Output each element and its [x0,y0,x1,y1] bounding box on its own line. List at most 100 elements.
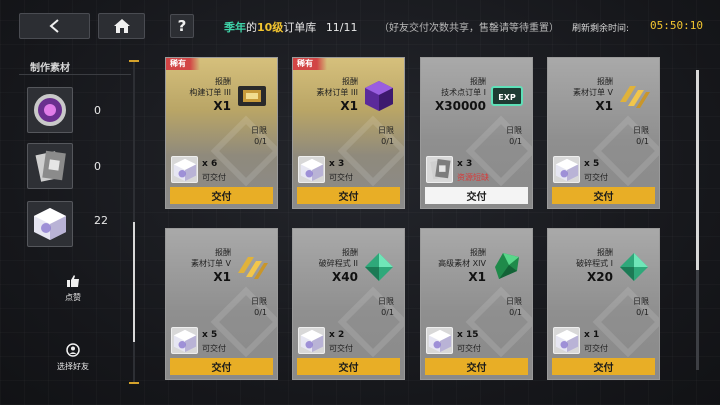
required-item-slot[interactable] [426,327,453,354]
reward-label: 报酬 [215,248,231,257]
crystal-cube-icon [428,329,452,353]
like-label: 点赞 [65,293,81,302]
choose-friend-label: 选择好友 [57,362,89,371]
daily-limit-value: 0/1 [254,137,267,146]
order-name: 构建订单 III [189,88,231,97]
required-quantity: x 15 [457,330,479,340]
material-slot-crystal-cube[interactable] [27,201,73,247]
deliver-button[interactable]: 交付 [552,187,655,204]
order-name: 素材订单 V [190,259,231,268]
rare-badge: 稀有 [166,58,200,70]
order-card[interactable]: 稀有 报酬 素材订单 III X1 日限 0/1 x 3 可交付 交付 [292,57,405,209]
order-card[interactable]: 报酬 素材订单 V X1 日限 0/1 x 5 可交付 交付 [165,228,278,380]
like-button[interactable]: 点赞 [33,274,113,303]
page-title: 季年的10级订单库 11/11 （好友交付次数共享，售罄请等待重置） [224,19,559,35]
required-item-slot[interactable] [298,156,325,183]
title-of: 的 [246,21,257,34]
required-item-slot[interactable] [171,327,198,354]
title-level: 10级 [257,21,284,34]
friend-icon [66,343,80,357]
deliver-button[interactable]: 交付 [297,187,400,204]
order-card[interactable]: 报酬 破碎程式 II X40 日限 0/1 x 2 可交付 交付 [292,228,405,380]
required-item-slot[interactable] [426,156,453,183]
exp-card-icon: EXP [491,86,523,106]
reward-label: 报酬 [470,77,486,86]
daily-limit-label: 日限 [378,126,394,135]
back-button[interactable] [19,13,90,39]
gold-bars-icon [620,86,650,108]
reward-label: 报酬 [342,77,358,86]
svg-text:EXP: EXP [498,93,516,102]
daily-limit-label: 日限 [633,126,649,135]
order-card[interactable]: 报酬 素材订单 V X1 日限 0/1 x 5 可交付 交付 [547,57,660,209]
delivery-status: 资源短缺 [457,173,489,182]
reward-label: 报酬 [597,248,613,257]
required-item-slot[interactable] [171,156,198,183]
module-chip-icon [238,86,266,106]
delivery-status: 可交付 [202,344,226,353]
required-quantity: x 3 [329,159,345,169]
required-quantity: x 3 [457,159,473,169]
daily-limit-value: 0/1 [509,308,522,317]
daily-limit-label: 日限 [251,297,267,306]
deliver-button[interactable]: 交付 [170,187,273,204]
delivery-status: 可交付 [329,344,353,353]
required-item-slot[interactable] [298,327,325,354]
order-card[interactable]: 报酬 破碎程式 I X20 日限 0/1 x 1 可交付 交付 [547,228,660,380]
reward-quantity: X1 [213,99,231,113]
refresh-label: 刷新剩余时间: [572,24,630,34]
refresh-timer: 05:50:10 [650,19,703,32]
reward-label: 报酬 [597,77,613,86]
material-slot-purple-ring[interactable] [27,87,73,133]
grid-scroll-thumb[interactable] [696,70,699,270]
daily-limit-label: 日限 [506,126,522,135]
green-gem-icon [495,253,519,279]
order-card[interactable]: 报酬 技术点订单 I X30000 EXP 日限 0/1 x 3 资源短缺 交付 [420,57,533,209]
sidebar-scroll-cap-top [129,60,139,62]
green-shard-icon [365,253,393,281]
document-chip-icon [35,150,66,182]
required-quantity: x 1 [584,330,600,340]
order-card[interactable]: 稀有 报酬 构建订单 III X1 日限 0/1 x 6 可交付 交付 [165,57,278,209]
crystal-cube-icon [300,329,324,353]
choose-friend-button[interactable]: 选择好友 [33,343,113,372]
deliver-button[interactable]: 交付 [552,358,655,375]
reward-quantity: X1 [595,99,613,113]
order-name: 高级素材 XIV [438,259,486,268]
material-count: 0 [94,160,101,173]
crystal-cube-icon [555,329,579,353]
order-card[interactable]: 报酬 高级素材 XIV X1 日限 0/1 x 15 可交付 交付 [420,228,533,380]
home-button[interactable] [98,13,145,39]
title-season: 季年 [224,21,246,34]
order-name: 素材订单 V [572,88,613,97]
sidebar-scroll-thumb[interactable] [133,222,135,342]
document-chip-icon [430,158,451,180]
delivery-status: 可交付 [457,344,481,353]
required-item-slot[interactable] [553,327,580,354]
reward-label: 报酬 [342,248,358,257]
order-count: 11/11 [325,21,358,34]
deliver-button[interactable]: 交付 [297,358,400,375]
required-quantity: x 6 [202,159,218,169]
reward-quantity: X1 [213,270,231,284]
daily-limit-value: 0/1 [636,137,649,146]
crystal-cube-icon [173,329,197,353]
gold-bars-icon [238,257,268,279]
delivery-status: 可交付 [584,344,608,353]
deliver-button[interactable]: 交付 [170,358,273,375]
thumbs-up-icon [67,275,79,287]
title-suffix: 订单库 [283,21,317,34]
material-sidebar: 制作素材 0 0 22 点赞 选择好友 [19,52,139,387]
reward-quantity: X1 [340,99,358,113]
deliver-button[interactable]: 交付 [425,187,528,204]
title-hint: （好友交付次数共享，售罄请等待重置） [379,23,560,34]
deliver-button[interactable]: 交付 [425,358,528,375]
daily-limit-value: 0/1 [636,308,649,317]
required-item-slot[interactable] [553,156,580,183]
material-count: 22 [94,214,108,227]
order-name: 破碎程式 I [576,259,613,268]
daily-limit-value: 0/1 [254,308,267,317]
help-button[interactable]: ? [170,14,194,38]
material-slot-document-chip[interactable] [27,143,73,189]
daily-limit-value: 0/1 [381,137,394,146]
